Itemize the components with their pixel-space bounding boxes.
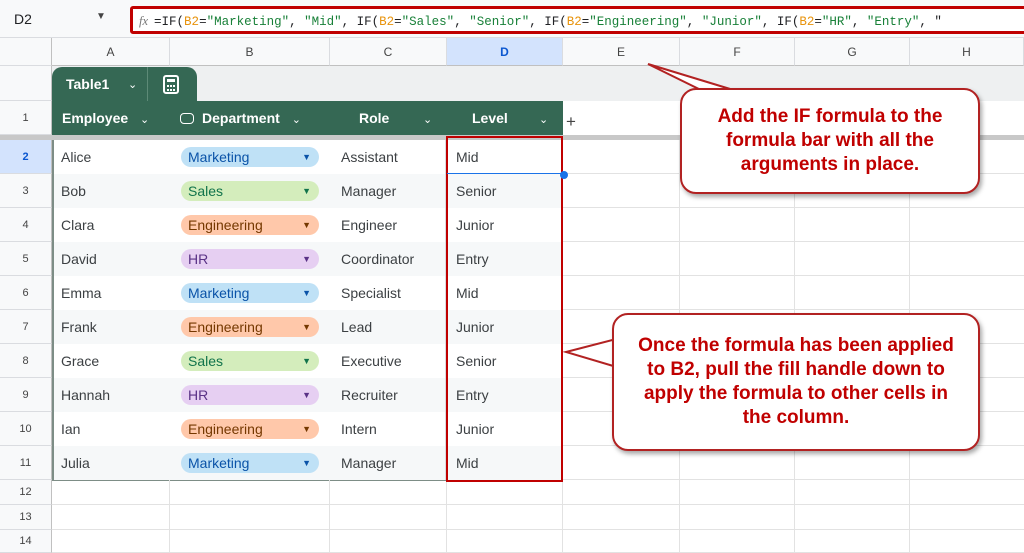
callout-pointers [562, 63, 741, 370]
callout-bottom: Once the formula has been applied to B2,… [612, 313, 980, 451]
callout-top: Add the IF formula to the formula bar wi… [680, 88, 980, 194]
